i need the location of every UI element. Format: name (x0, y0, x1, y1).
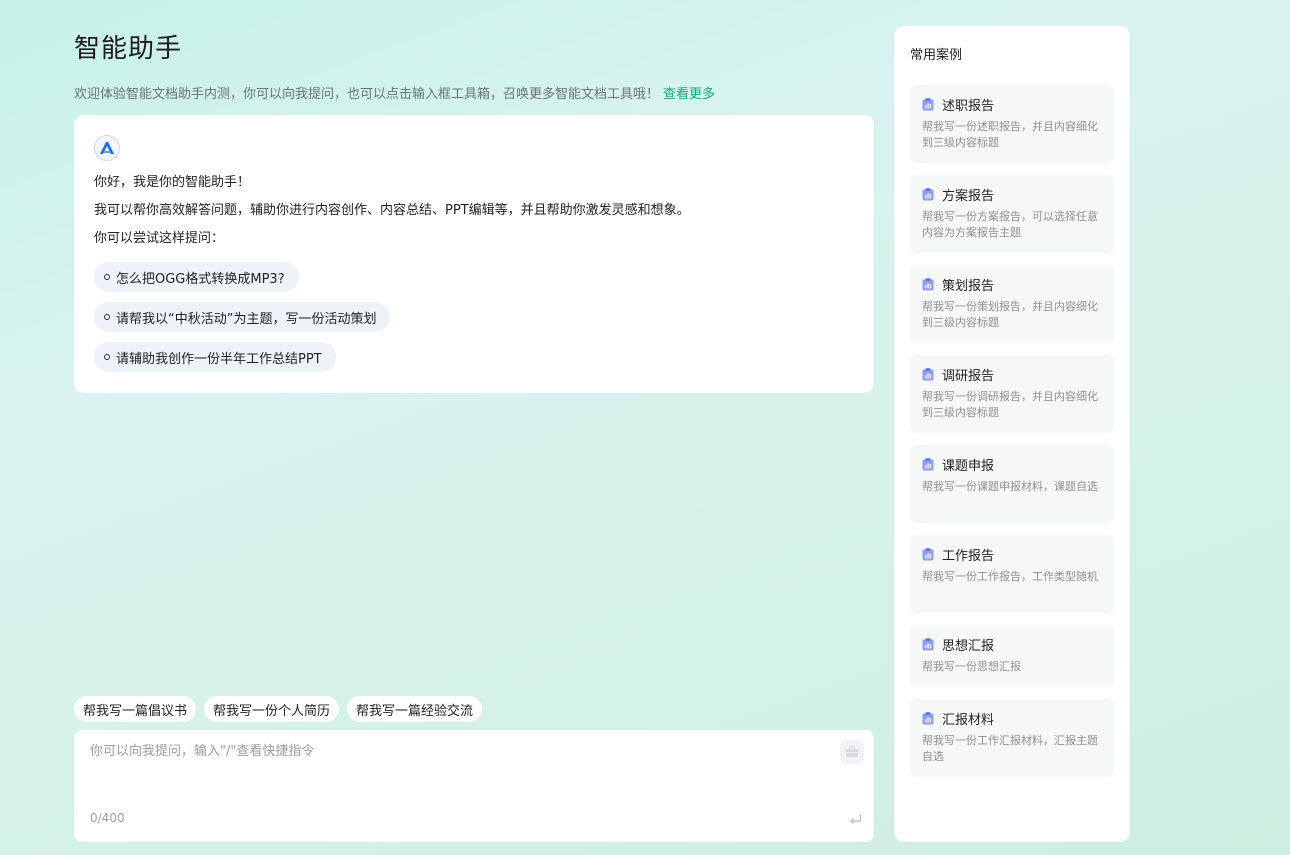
case-desc: 帮我写一份调研报告，并且内容细化到三级内容标题 (922, 390, 1098, 419)
side-panel-title: 常用案例 (910, 48, 963, 63)
case-card[interactable]: 方案报告 帮我写一份方案报告，可以选择任意内容为方案报告主题 (910, 175, 1114, 253)
case-card[interactable]: 述职报告 帮我写一份述职报告，并且内容细化到三级内容标题 (910, 85, 1114, 163)
side-panel: 常用案例 述职报告 帮我写一份述职报告，并且内容细化到三级内容标题 方案报告 帮… (894, 26, 1130, 842)
case-title: 汇报材料 (942, 713, 995, 728)
report-icon (922, 278, 934, 291)
intro-text: 欢迎体验智能文档助手内测，你可以向我提问，也可以点击输入框工具箱，召唤更多智能文… (74, 83, 715, 102)
quick-chip[interactable]: 帮我写一篇经验交流 (347, 696, 483, 722)
intro-message: 欢迎体验智能文档助手内测，你可以向我提问，也可以点击输入框工具箱，召唤更多智能文… (74, 87, 660, 102)
suggestion-label: 请帮我以“中秋活动”为主题，写一份活动策划 (116, 311, 377, 327)
input-box: 0/400 (74, 730, 874, 842)
bot-avatar (94, 135, 120, 161)
send-button[interactable] (849, 810, 862, 829)
case-title: 方案报告 (942, 189, 995, 204)
case-head: 方案报告 (922, 185, 1102, 204)
enter-icon (850, 815, 862, 824)
case-title: 策划报告 (942, 279, 995, 294)
toolbox-icon (846, 746, 858, 757)
bullet-icon (104, 274, 110, 280)
case-desc: 帮我写一份述职报告，并且内容细化到三级内容标题 (922, 120, 1098, 149)
case-desc: 帮我写一份课题申报材料，课题自选 (922, 480, 1098, 493)
case-title: 调研报告 (942, 369, 995, 384)
char-counter: 0/400 (90, 811, 125, 825)
report-icon (922, 188, 934, 201)
bullet-icon (104, 354, 110, 360)
welcome-card: 你好，我是你的智能助手！ 我可以帮你高效解答问题，辅助你进行内容创作、内容总结、… (74, 115, 874, 393)
case-desc: 帮我写一份策划报告，并且内容细化到三级内容标题 (922, 300, 1098, 329)
case-desc: 帮我写一份工作报告，工作类型随机 (922, 570, 1098, 583)
report-icon (922, 368, 934, 381)
case-head: 课题申报 (922, 455, 1102, 474)
report-icon (922, 638, 934, 651)
report-icon (922, 98, 934, 111)
case-card[interactable]: 调研报告 帮我写一份调研报告，并且内容细化到三级内容标题 (910, 355, 1114, 433)
see-more-link[interactable]: 查看更多 (663, 87, 715, 102)
toolbox-button[interactable] (840, 740, 864, 764)
case-card[interactable]: 汇报材料 帮我写一份工作汇报材料，汇报主题自选 (910, 699, 1114, 777)
case-title: 思想汇报 (942, 639, 995, 654)
case-card[interactable]: 工作报告 帮我写一份工作报告，工作类型随机 (910, 535, 1114, 613)
quick-chip[interactable]: 帮我写一篇倡议书 (74, 696, 197, 722)
case-head: 工作报告 (922, 545, 1102, 564)
case-title: 工作报告 (942, 549, 995, 564)
try-prompt-text: 你可以尝试这样提问： (94, 231, 225, 246)
case-list: 述职报告 帮我写一份述职报告，并且内容细化到三级内容标题 方案报告 帮我写一份方… (910, 85, 1114, 777)
question-input[interactable] (90, 740, 830, 800)
case-title: 课题申报 (942, 459, 995, 474)
report-icon (922, 712, 934, 725)
case-head: 思想汇报 (922, 635, 1102, 654)
case-head: 策划报告 (922, 275, 1102, 294)
case-card[interactable]: 思想汇报 帮我写一份思想汇报 (910, 625, 1114, 687)
suggestion-label: 怎么把OGG格式转换成MP3? (116, 271, 285, 287)
suggestion-item[interactable]: 怎么把OGG格式转换成MP3? (94, 262, 299, 292)
capabilities-text: 我可以帮你高效解答问题，辅助你进行内容创作、内容总结、PPT编辑等，并且帮助你激… (94, 203, 690, 218)
bullet-icon (104, 314, 110, 320)
report-icon (922, 458, 934, 471)
case-title: 述职报告 (942, 99, 995, 114)
assistant-logo-icon (100, 142, 114, 154)
case-card[interactable]: 课题申报 帮我写一份课题申报材料，课题自选 (910, 445, 1114, 523)
case-desc: 帮我写一份方案报告，可以选择任意内容为方案报告主题 (922, 210, 1098, 239)
case-desc: 帮我写一份思想汇报 (922, 660, 1021, 673)
quick-chip[interactable]: 帮我写一份个人简历 (204, 696, 340, 722)
report-icon (922, 548, 934, 561)
case-desc: 帮我写一份工作汇报材料，汇报主题自选 (922, 734, 1098, 763)
quick-chips: 帮我写一篇倡议书 帮我写一份个人简历 帮我写一篇经验交流 (74, 696, 483, 722)
page-title: 智能助手 (74, 34, 183, 64)
case-card[interactable]: 策划报告 帮我写一份策划报告，并且内容细化到三级内容标题 (910, 265, 1114, 343)
case-head: 调研报告 (922, 365, 1102, 384)
suggestion-label: 请辅助我创作一份半年工作总结PPT (116, 351, 322, 367)
case-head: 述职报告 (922, 95, 1102, 114)
suggestion-list: 怎么把OGG格式转换成MP3? 请帮我以“中秋活动”为主题，写一份活动策划 请辅… (94, 262, 854, 372)
suggestion-item[interactable]: 请帮我以“中秋活动”为主题，写一份活动策划 (94, 302, 391, 332)
suggestion-item[interactable]: 请辅助我创作一份半年工作总结PPT (94, 342, 336, 372)
case-head: 汇报材料 (922, 709, 1102, 728)
greeting-text: 你好，我是你的智能助手！ (94, 175, 251, 190)
